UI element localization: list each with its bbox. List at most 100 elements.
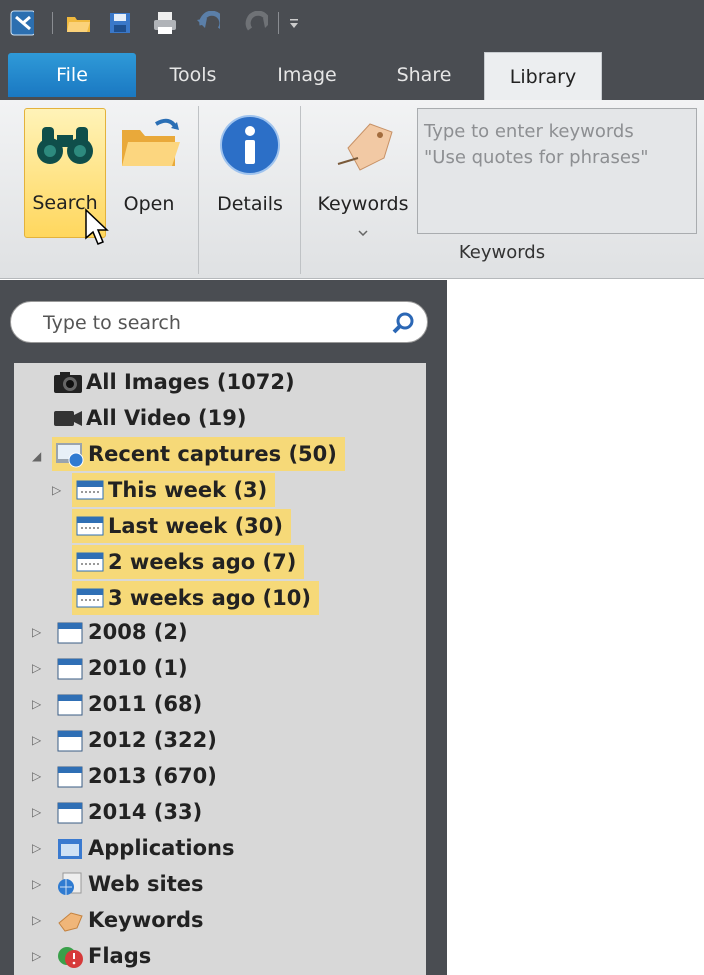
expand-arrow-icon[interactable]: ▷: [32, 913, 41, 927]
tab-image[interactable]: Image: [262, 50, 352, 100]
search-input[interactable]: [41, 310, 385, 336]
applications-icon: [52, 833, 88, 863]
expand-arrow-icon[interactable]: ▷: [32, 877, 41, 891]
expand-arrow-icon[interactable]: ▷: [32, 625, 41, 639]
tree-item-2011[interactable]: 2011 (68): [52, 687, 202, 721]
keywords-placeholder-line2: "Use quotes for phrases": [424, 147, 649, 168]
calendar-icon: [52, 689, 88, 719]
expand-arrow-icon[interactable]: ▷: [32, 733, 41, 747]
tree-item-label: Flags: [88, 944, 152, 968]
tree-item-label: 2013 (670): [88, 764, 217, 788]
open-folder-icon: [116, 114, 182, 175]
open-button-label: Open: [123, 193, 175, 215]
collapse-arrow-icon[interactable]: ◢: [32, 449, 41, 463]
info-icon: [219, 114, 281, 181]
tree-item-label: 3 weeks ago (10): [108, 586, 311, 610]
tree-item-3-weeks-ago[interactable]: 3 weeks ago (10): [72, 581, 319, 615]
details-button[interactable]: Details: [208, 108, 292, 215]
calendar-icon: [52, 761, 88, 791]
expand-arrow-icon[interactable]: ▷: [32, 841, 41, 855]
keywords-input[interactable]: Type to enter keywords "Use quotes for p…: [417, 108, 697, 234]
expand-arrow-icon[interactable]: ▷: [32, 661, 41, 675]
ribbon-tabs: File Tools Image Share Library: [0, 50, 704, 100]
tree-item-2012[interactable]: 2012 (322): [52, 723, 217, 757]
tree-item-this-week[interactable]: This week (3): [72, 473, 276, 507]
calendar-week-icon: [72, 475, 108, 505]
keywords-button-label: Keywords: [317, 193, 409, 215]
flags-icon: [52, 941, 88, 971]
tree-item-applications[interactable]: Applications: [52, 831, 234, 865]
keywords-button[interactable]: Keywords: [310, 108, 416, 241]
mouse-cursor-icon: [84, 208, 110, 253]
binoculars-icon: [33, 123, 97, 172]
tab-tools[interactable]: Tools: [150, 50, 236, 100]
calendar-week-icon: [72, 583, 108, 613]
tree-item-2014[interactable]: 2014 (33): [52, 795, 202, 829]
tree-item-label: All Video (19): [86, 406, 247, 430]
quick-access-toolbar: [0, 0, 704, 50]
calendar-icon: [52, 617, 88, 647]
calendar-icon: [52, 653, 88, 683]
save-icon[interactable]: [108, 10, 132, 36]
tree-item-2008[interactable]: 2008 (2): [52, 615, 188, 649]
tree-item-keywords[interactable]: Keywords: [52, 903, 204, 937]
tag-icon: [330, 118, 396, 179]
keywords-placeholder-line1: Type to enter keywords: [424, 121, 634, 142]
tree-item-label: 2 weeks ago (7): [108, 550, 297, 574]
tree-item-label: Web sites: [88, 872, 204, 896]
open-button[interactable]: Open: [112, 108, 186, 215]
expand-arrow-icon[interactable]: ▷: [32, 769, 41, 783]
tree-item-label: Applications: [88, 836, 235, 860]
calendar-icon: [52, 797, 88, 827]
search-icon[interactable]: [391, 311, 415, 340]
app-logo-icon[interactable]: [10, 10, 34, 36]
content-pane: [447, 283, 704, 975]
calendar-icon: [52, 725, 88, 755]
tree-item-label: This week (3): [108, 478, 268, 502]
tree-item-recent-captures[interactable]: Recent captures (50): [52, 437, 345, 471]
recent-captures-icon: [52, 439, 88, 469]
calendar-week-icon: [72, 547, 108, 577]
tree-item-2013[interactable]: 2013 (670): [52, 759, 217, 793]
library-panel: All Images (1072) All Video (19) ◢ Recen…: [0, 280, 447, 975]
open-folder-icon[interactable]: [66, 10, 90, 36]
tree-item-label: 2010 (1): [88, 656, 188, 680]
tree-item-label: All Images (1072): [86, 370, 295, 394]
tree-item-label: 2014 (33): [88, 800, 203, 824]
tree-item-flags[interactable]: Flags: [52, 939, 151, 973]
tree-item-all-video[interactable]: All Video (19): [50, 401, 246, 435]
tree-item-last-week[interactable]: Last week (30): [72, 509, 291, 543]
tag-icon: [52, 905, 88, 935]
tree-item-label: Recent captures (50): [88, 442, 337, 466]
tab-share[interactable]: Share: [378, 50, 470, 100]
tree-item-label: 2012 (322): [88, 728, 217, 752]
tree-item-2010[interactable]: 2010 (1): [52, 651, 188, 685]
expand-arrow-icon[interactable]: ▷: [32, 697, 41, 711]
chevron-down-icon: [358, 219, 368, 241]
calendar-week-icon: [72, 511, 108, 541]
tree-item-2-weeks-ago[interactable]: 2 weeks ago (7): [72, 545, 305, 579]
tree-item-label: Last week (30): [108, 514, 283, 538]
tab-library[interactable]: Library: [484, 52, 602, 100]
undo-icon[interactable]: [196, 10, 220, 36]
print-icon[interactable]: [152, 10, 176, 36]
keywords-group-label: Keywords: [458, 242, 546, 263]
search-field[interactable]: [10, 301, 428, 343]
camera-icon: [50, 367, 86, 397]
tree-item-all-images[interactable]: All Images (1072): [50, 365, 295, 399]
details-button-label: Details: [217, 193, 283, 215]
tree-item-web-sites[interactable]: Web sites: [52, 867, 203, 901]
panel-splitter[interactable]: [430, 280, 447, 975]
redo-icon[interactable]: [244, 10, 268, 36]
expand-arrow-icon[interactable]: ▷: [52, 483, 61, 497]
customize-toolbar-icon[interactable]: [282, 10, 306, 36]
globe-icon: [52, 869, 88, 899]
tree-item-label: 2011 (68): [88, 692, 203, 716]
tab-file[interactable]: File: [8, 53, 136, 97]
tree-item-label: Keywords: [88, 908, 204, 932]
expand-arrow-icon[interactable]: ▷: [32, 949, 41, 963]
video-camera-icon: [50, 403, 86, 433]
expand-arrow-icon[interactable]: ▷: [32, 805, 41, 819]
tree-item-label: 2008 (2): [88, 620, 188, 644]
library-tree: All Images (1072) All Video (19) ◢ Recen…: [14, 363, 426, 975]
